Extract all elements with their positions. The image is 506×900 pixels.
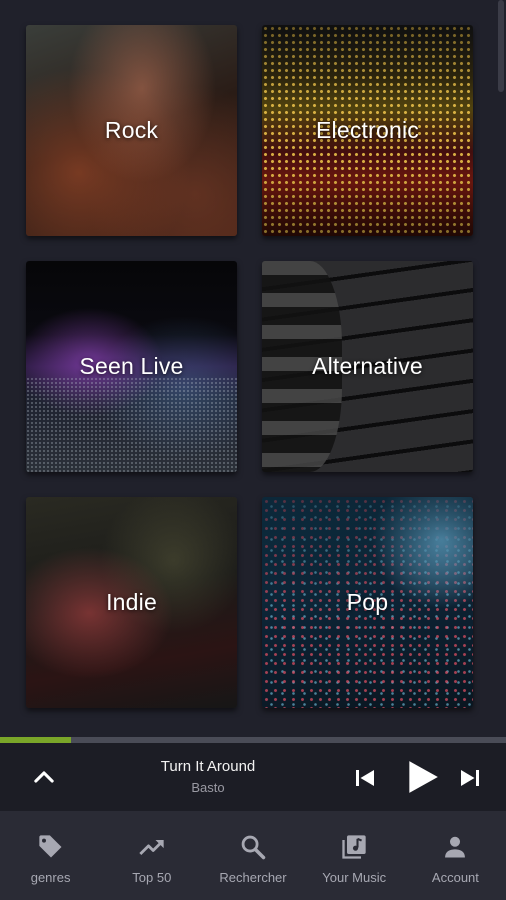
nav-label: Top 50 bbox=[132, 870, 172, 885]
tag-icon bbox=[37, 833, 65, 861]
genre-label: Pop bbox=[346, 589, 389, 615]
trending-up-icon bbox=[138, 833, 166, 861]
genre-label: Rock bbox=[104, 117, 159, 143]
nav-item-account[interactable]: Account bbox=[405, 811, 506, 900]
chevron-up-icon bbox=[34, 771, 54, 783]
nav-item-search[interactable]: Rechercher bbox=[202, 811, 303, 900]
skip-next-icon bbox=[461, 770, 479, 786]
next-track-button[interactable] bbox=[455, 763, 485, 793]
skip-previous-icon bbox=[356, 770, 374, 786]
bottom-navigation: genres Top 50 Rechercher Your Music Acco… bbox=[0, 811, 506, 900]
genre-tile-pop[interactable]: Pop bbox=[262, 497, 473, 708]
genre-tile-rock[interactable]: Rock bbox=[26, 25, 237, 236]
genre-tile-alternative[interactable]: Alternative bbox=[262, 261, 473, 472]
scrollbar[interactable] bbox=[498, 0, 504, 92]
nav-label: Your Music bbox=[322, 870, 387, 885]
nav-item-your-music[interactable]: Your Music bbox=[304, 811, 405, 900]
nav-label: Account bbox=[431, 870, 479, 885]
track-title: Turn It Around bbox=[160, 758, 256, 775]
genre-label: Electronic bbox=[316, 117, 419, 143]
track-artist: Basto bbox=[191, 780, 225, 795]
genre-label: Alternative bbox=[312, 353, 423, 379]
genre-grid: Rock Electronic Seen Live Alternative In… bbox=[0, 0, 506, 735]
track-info[interactable]: Turn It Around Basto bbox=[108, 758, 308, 795]
music-library-icon bbox=[340, 833, 368, 861]
mini-player: Turn It Around Basto bbox=[0, 743, 506, 811]
search-icon bbox=[239, 833, 267, 861]
nav-item-top-50[interactable]: Top 50 bbox=[101, 811, 202, 900]
previous-track-button[interactable] bbox=[350, 763, 380, 793]
genre-label: Seen Live bbox=[79, 353, 184, 379]
genre-tile-indie[interactable]: Indie bbox=[26, 497, 237, 708]
expand-player-button[interactable] bbox=[28, 761, 60, 793]
genre-tile-seen-live[interactable]: Seen Live bbox=[26, 261, 237, 472]
nav-label: genres bbox=[30, 870, 71, 885]
play-icon bbox=[409, 761, 438, 793]
person-icon bbox=[441, 833, 469, 861]
nav-item-genres[interactable]: genres bbox=[0, 811, 101, 900]
nav-label: Rechercher bbox=[219, 870, 287, 885]
play-button[interactable] bbox=[400, 755, 444, 799]
genre-label: Indie bbox=[106, 589, 157, 615]
genre-tile-electronic[interactable]: Electronic bbox=[262, 25, 473, 236]
